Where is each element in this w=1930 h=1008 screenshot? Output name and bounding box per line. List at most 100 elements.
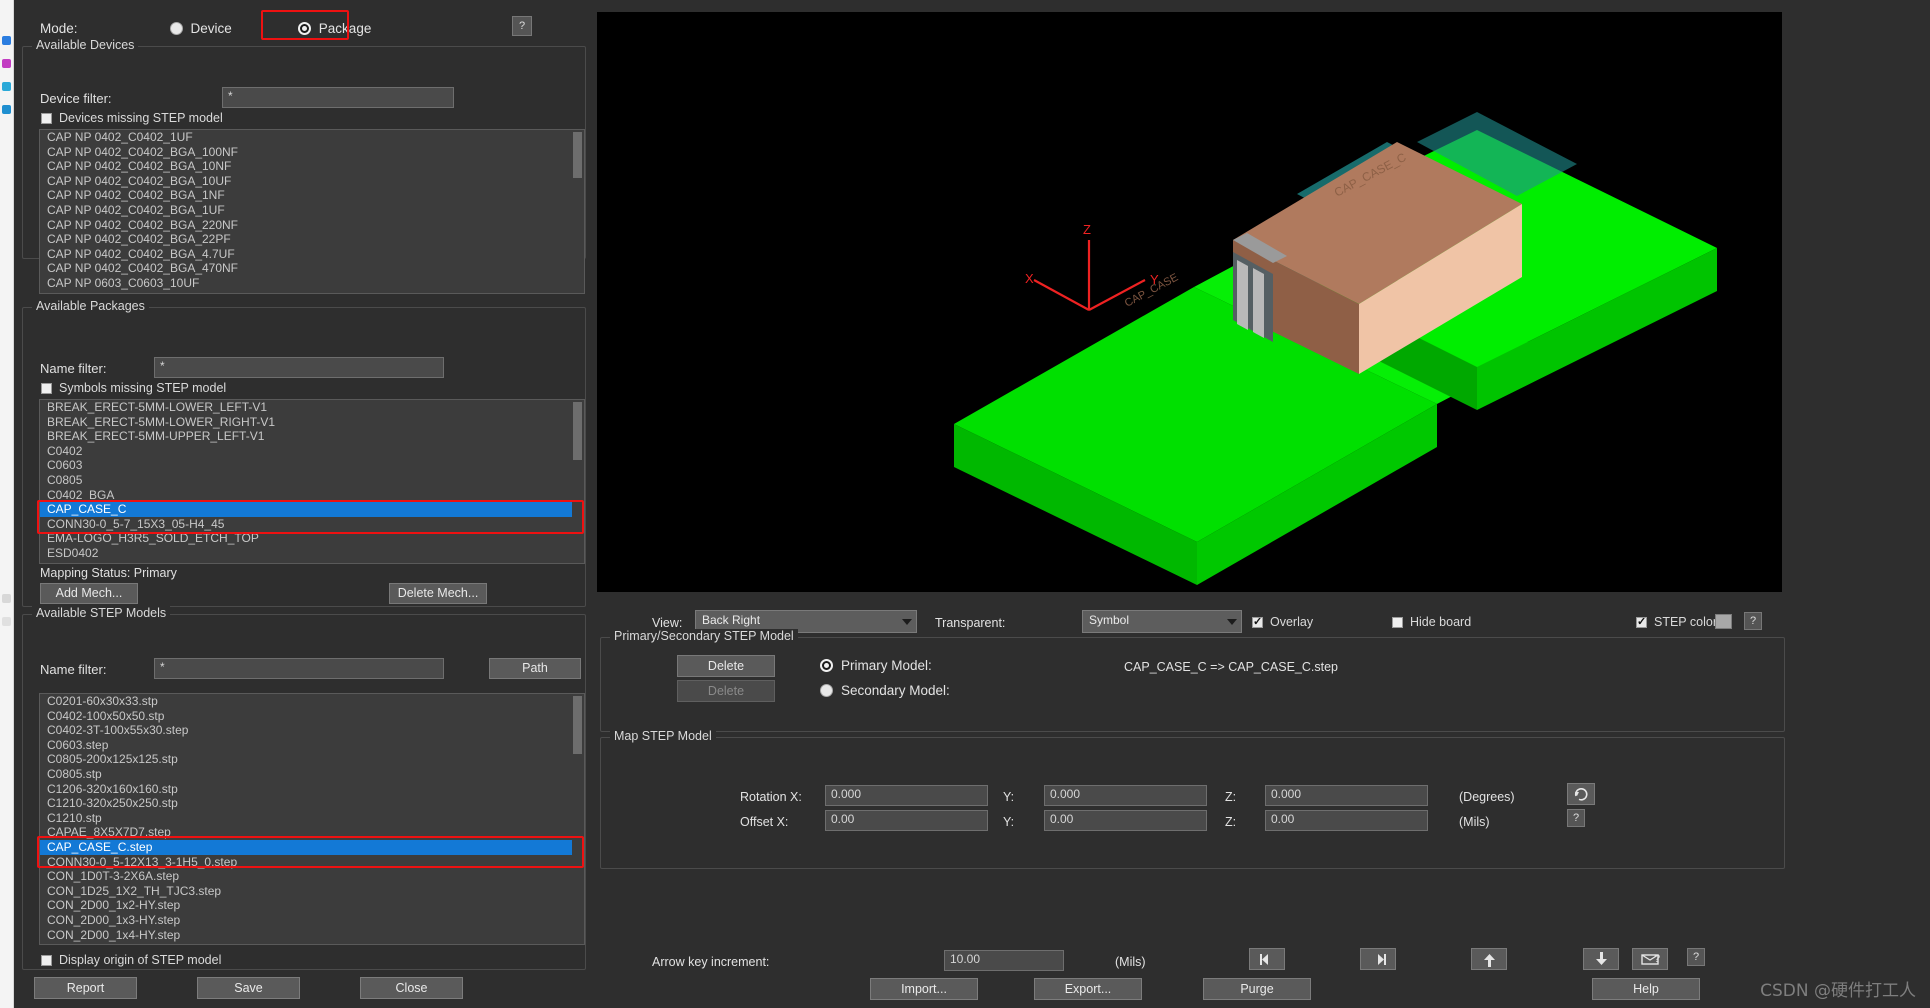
overlay-checkbox[interactable]: Overlay xyxy=(1252,615,1313,629)
secondary-model-radio[interactable]: Secondary Model: xyxy=(820,683,950,698)
flip-button[interactable] xyxy=(1632,948,1668,970)
mode-radio-package[interactable]: Package xyxy=(297,21,371,36)
delete-primary-button[interactable]: Delete xyxy=(677,655,775,677)
devices-listbox[interactable]: CAP NP 0402_C0402_1UF CAP NP 0402_C0402_B… xyxy=(39,129,585,294)
package-list-item[interactable]: BREAK_ERECT-5MM-LOWER_RIGHT-V1 xyxy=(40,415,584,430)
device-list-item[interactable]: CAP NP 0603_C0603_10UF xyxy=(40,276,584,291)
taskbar-icon-6[interactable] xyxy=(2,617,11,626)
step-models-listbox[interactable]: C0201-60x30x33.stp C0402-100x50x50.stp C04… xyxy=(39,693,585,945)
package-list-item[interactable]: CONN30-0_5-7_15X3_05-H4_45 xyxy=(40,517,584,532)
taskbar-icon-5[interactable] xyxy=(2,594,11,603)
close-button[interactable]: Close xyxy=(360,977,463,999)
step-filter-input[interactable]: * xyxy=(154,658,444,679)
help-button-top[interactable]: ? xyxy=(512,16,532,36)
3d-viewport[interactable]: Z X Y CAP_CASE_C CAP_CASE xyxy=(597,12,1782,592)
step-model-list-item[interactable]: C1210.stp xyxy=(40,811,584,826)
device-list-item[interactable]: CAP NP 0402_C0402_1UF xyxy=(40,130,584,145)
device-list-item[interactable]: CAP NP 0402_C0402_BGA_22PF xyxy=(40,232,584,247)
package-list-item[interactable]: BREAK_ERECT-5MM-LOWER_LEFT-V1 xyxy=(40,400,584,415)
display-origin-checkbox[interactable]: Display origin of STEP model xyxy=(41,953,221,967)
offset-y-input[interactable]: 0.00 xyxy=(1044,810,1207,831)
move-down-button[interactable] xyxy=(1583,948,1619,970)
step-scrollbar[interactable] xyxy=(572,695,583,943)
offset-z-input[interactable]: 0.00 xyxy=(1265,810,1428,831)
device-list-item[interactable]: CAP NP 0402_C0402_BGA_470NF xyxy=(40,261,584,276)
move-up-button[interactable] xyxy=(1471,948,1507,970)
hide-board-checkbox[interactable]: Hide board xyxy=(1392,615,1471,629)
package-list-item[interactable]: CAP_CASE_C xyxy=(40,502,584,517)
device-list-item[interactable]: CAP NP 0402_C0402_BGA_10NF xyxy=(40,159,584,174)
primary-model-radio[interactable]: Primary Model: xyxy=(820,658,932,673)
package-list-item[interactable]: ESD0402 xyxy=(40,546,584,561)
arrow-increment-input[interactable]: 10.00 xyxy=(944,950,1064,971)
packages-listbox[interactable]: BREAK_ERECT-5MM-LOWER_LEFT-V1 BREAK_ERECT… xyxy=(39,399,585,564)
package-list-item[interactable]: C0402 xyxy=(40,444,584,459)
delete-mech-button[interactable]: Delete Mech... xyxy=(389,583,487,604)
help-button-arrow[interactable]: ? xyxy=(1687,948,1705,966)
packages-scrollbar[interactable] xyxy=(572,401,583,562)
import-button[interactable]: Import... xyxy=(870,978,978,1000)
help-button-map[interactable]: ? xyxy=(1567,809,1585,827)
application-window: Mode: Device Package ? Available Devices… xyxy=(0,0,1930,1008)
transparent-combo-value: Symbol xyxy=(1089,613,1130,627)
rotation-x-input[interactable]: 0.000 xyxy=(825,785,988,806)
device-list-item[interactable]: CAP NP 0402_C0402_BGA_220NF xyxy=(40,218,584,233)
package-list-item[interactable]: BREAK_ERECT-5MM-UPPER_LEFT-V1 xyxy=(40,429,584,444)
step-model-list-item[interactable]: CAP_CASE_C.step xyxy=(40,839,584,855)
save-button[interactable]: Save xyxy=(197,977,300,999)
rotation-z-input[interactable]: 0.000 xyxy=(1265,785,1428,806)
step-color-checkbox[interactable]: STEP color xyxy=(1636,615,1717,629)
package-list-item[interactable]: C0402_BGA xyxy=(40,488,584,503)
path-button[interactable]: Path xyxy=(489,658,581,679)
mode-radio-device[interactable]: Device xyxy=(169,21,232,36)
add-mech-button[interactable]: Add Mech... xyxy=(40,583,138,604)
device-list-item[interactable]: CAP NP 0402_C0402_BGA_1NF xyxy=(40,188,584,203)
step-model-list-item[interactable]: C1210-320x250x250.stp xyxy=(40,796,584,811)
help-button-viewer[interactable]: ? xyxy=(1744,612,1762,630)
step-model-list-item[interactable]: CAPAE_8X5X7D7.step xyxy=(40,825,584,840)
packages-scrollbar-thumb[interactable] xyxy=(573,402,582,460)
symbols-missing-step-checkbox[interactable]: Symbols missing STEP model xyxy=(41,381,226,395)
step-scrollbar-thumb[interactable] xyxy=(573,696,582,754)
rotate-icon-button[interactable] xyxy=(1567,783,1595,805)
devices-missing-step-checkbox[interactable]: Devices missing STEP model xyxy=(41,111,223,125)
move-left-button[interactable] xyxy=(1249,948,1285,970)
step-model-list-item[interactable]: CON_1D0T-3-2X6A.step xyxy=(40,869,584,884)
devices-scrollbar-thumb[interactable] xyxy=(573,132,582,178)
step-model-list-item[interactable]: CON_2D00_1x3-HY.step xyxy=(40,913,584,928)
devices-scrollbar[interactable] xyxy=(572,131,583,292)
move-right-button[interactable] xyxy=(1360,948,1396,970)
device-list-item[interactable]: CAP NP 0402_C0402_BGA_100NF xyxy=(40,145,584,160)
step-model-list-item[interactable]: C0805-200x125x125.stp xyxy=(40,752,584,767)
step-model-list-item[interactable]: CON_1D25_1X2_TH_TJC3.step xyxy=(40,884,584,899)
step-model-list-item[interactable]: C0805.stp xyxy=(40,767,584,782)
step-model-list-item[interactable]: C1206-320x160x160.stp xyxy=(40,782,584,797)
package-list-item[interactable]: EMA-LOGO_H3R5_SOLD_ETCH_TOP xyxy=(40,531,584,546)
step-model-list-item[interactable]: C0603.step xyxy=(40,738,584,753)
device-list-item[interactable]: CAP NP 0402_C0402_BGA_10UF xyxy=(40,174,584,189)
package-list-item[interactable]: C0603 xyxy=(40,458,584,473)
package-list-item[interactable]: C0805 xyxy=(40,473,584,488)
package-filter-input[interactable]: * xyxy=(154,357,444,378)
taskbar-icon-2[interactable] xyxy=(2,59,11,68)
purge-button[interactable]: Purge xyxy=(1203,978,1311,1000)
transparent-combo[interactable]: Symbol xyxy=(1082,610,1242,633)
taskbar-icon-4[interactable] xyxy=(2,105,11,114)
offset-x-input[interactable]: 0.00 xyxy=(825,810,988,831)
export-button[interactable]: Export... xyxy=(1034,978,1142,1000)
taskbar-icon-1[interactable] xyxy=(2,36,11,45)
step-model-list-item[interactable]: C0402-100x50x50.stp xyxy=(40,709,584,724)
taskbar-icon-3[interactable] xyxy=(2,82,11,91)
rotation-y-input[interactable]: 0.000 xyxy=(1044,785,1207,806)
device-filter-input[interactable]: * xyxy=(222,87,454,108)
device-list-item[interactable]: CAP NP 0402_C0402_BGA_1UF xyxy=(40,203,584,218)
device-list-item[interactable]: CAP NP 0402_C0402_BGA_4.7UF xyxy=(40,247,584,262)
step-model-list-item[interactable]: CONN30-0_5-12X13_3-1H5_0.step xyxy=(40,855,584,870)
help-button-footer[interactable]: Help xyxy=(1592,978,1700,1000)
step-model-list-item[interactable]: C0201-60x30x33.stp xyxy=(40,694,584,709)
step-model-list-item[interactable]: CON_2D00_1x2-HY.step xyxy=(40,898,584,913)
report-button[interactable]: Report xyxy=(34,977,137,999)
step-color-swatch[interactable] xyxy=(1715,614,1732,629)
step-model-list-item[interactable]: C0402-3T-100x55x30.step xyxy=(40,723,584,738)
step-model-list-item[interactable]: CON_2D00_1x4-HY.step xyxy=(40,928,584,943)
